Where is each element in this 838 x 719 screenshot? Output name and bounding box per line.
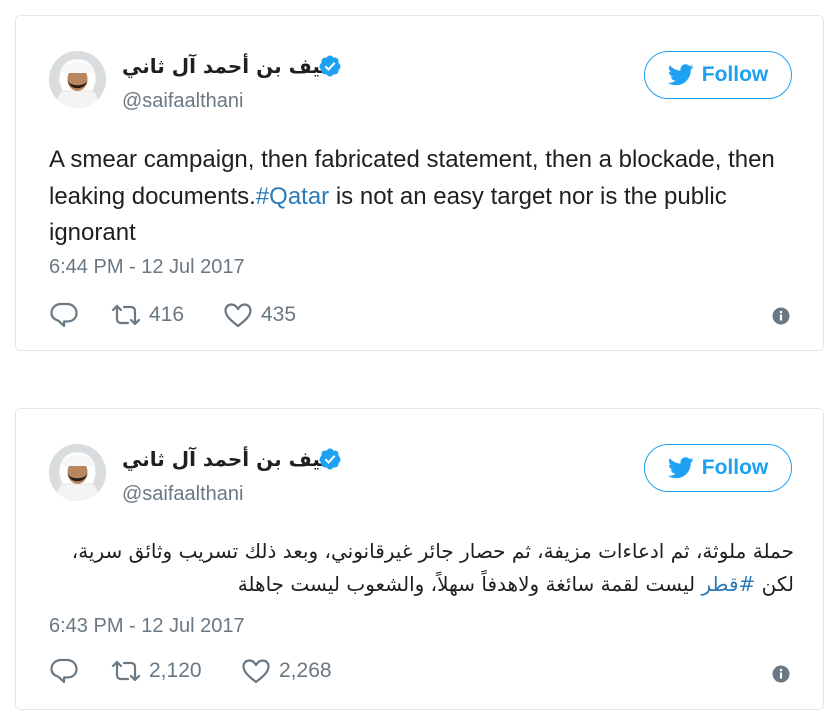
retweet-icon bbox=[111, 660, 141, 682]
reply-icon bbox=[50, 302, 78, 328]
like-count: 435 bbox=[261, 303, 297, 326]
tweet-card: سيف بن أحمد آل ثاني @saifaalthani Follow… bbox=[15, 408, 824, 710]
hashtag-link[interactable]: #قطر bbox=[702, 572, 756, 596]
tweet-text-part: ليست لقمة سائغة ولاهدفاً سهلاً، والشعوب … bbox=[237, 572, 702, 596]
twitter-bird-icon bbox=[667, 457, 694, 479]
follow-button[interactable]: Follow bbox=[644, 444, 792, 492]
tweet-timestamp[interactable]: 6:44 PM - 12 Jul 2017 bbox=[49, 256, 245, 279]
tweet-text: A smear campaign, then fabricated statem… bbox=[49, 142, 794, 252]
tweet-card: سيف بن أحمد آل ثاني @saifaalthani Follow… bbox=[15, 15, 824, 351]
follow-label: Follow bbox=[701, 63, 769, 86]
follow-label: Follow bbox=[701, 456, 769, 479]
reply-button[interactable] bbox=[49, 301, 109, 329]
heart-icon bbox=[242, 659, 270, 684]
twitter-bird-icon bbox=[667, 64, 694, 86]
retweet-button[interactable]: 416 bbox=[109, 303, 223, 327]
follow-button[interactable]: Follow bbox=[644, 51, 792, 99]
author-name[interactable]: سيف بن أحمد آل ثاني bbox=[122, 447, 340, 471]
info-icon[interactable] bbox=[772, 665, 790, 683]
author-handle[interactable]: @saifaalthani bbox=[122, 483, 243, 506]
retweet-icon bbox=[111, 304, 141, 326]
like-button[interactable]: 2,268 bbox=[241, 658, 332, 684]
reply-icon bbox=[50, 658, 78, 684]
heart-icon bbox=[224, 303, 252, 328]
retweet-button[interactable]: 2,120 bbox=[109, 659, 241, 683]
author-handle[interactable]: @saifaalthani bbox=[122, 90, 243, 113]
tweet-timestamp[interactable]: 6:43 PM - 12 Jul 2017 bbox=[49, 615, 245, 638]
tweet-actions: 2,120 2,268 bbox=[49, 655, 332, 687]
avatar[interactable] bbox=[49, 444, 106, 501]
avatar[interactable] bbox=[49, 51, 106, 108]
verified-badge-icon bbox=[319, 448, 341, 470]
hashtag-link[interactable]: #Qatar bbox=[256, 183, 329, 210]
retweet-count: 416 bbox=[149, 303, 185, 326]
tweet-text: حملة ملوثة، ثم ادعاءات مزيفة، ثم حصار جا… bbox=[49, 535, 794, 601]
like-count: 2,268 bbox=[279, 659, 332, 682]
author-name[interactable]: سيف بن أحمد آل ثاني bbox=[122, 54, 340, 78]
tweet-actions: 416 435 bbox=[49, 299, 296, 331]
verified-badge-icon bbox=[319, 55, 341, 77]
like-button[interactable]: 435 bbox=[223, 302, 296, 328]
info-icon[interactable] bbox=[772, 307, 790, 325]
reply-button[interactable] bbox=[49, 657, 109, 685]
retweet-count: 2,120 bbox=[149, 659, 202, 682]
